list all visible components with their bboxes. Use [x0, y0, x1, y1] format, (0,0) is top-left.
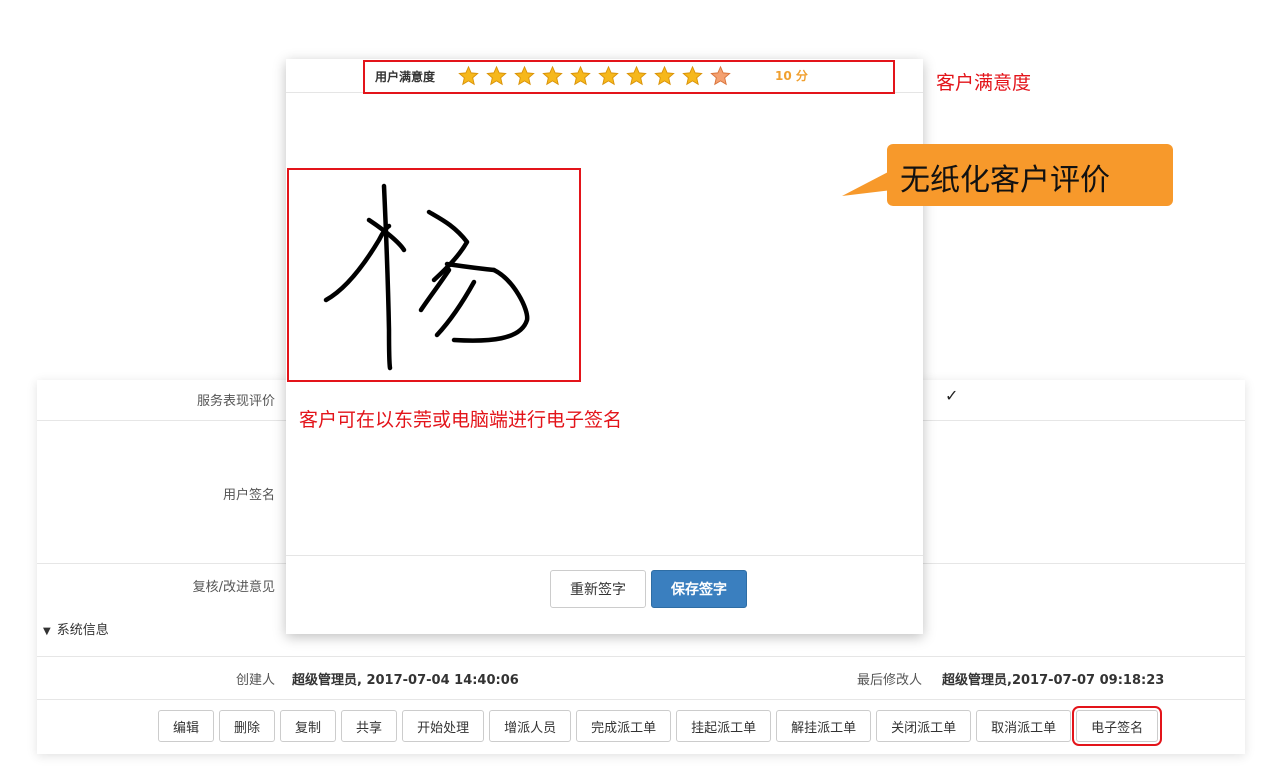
signature-pad[interactable] — [287, 168, 581, 382]
edit-button[interactable]: 编辑 — [158, 710, 215, 742]
satisfaction-label: 用户满意度 — [375, 70, 436, 84]
satisfaction-rating: 用户满意度 10 分 — [363, 60, 895, 94]
star-icon[interactable] — [569, 65, 592, 87]
share-button[interactable]: 共享 — [341, 710, 398, 742]
delete-button[interactable]: 删除 — [219, 710, 276, 742]
triangle-down-icon: ▼ — [43, 626, 51, 637]
paperless-evaluation-callout: 无纸化客户评价 — [887, 144, 1173, 206]
complete-order-button[interactable]: 完成派工单 — [576, 710, 672, 742]
modal-footer: 重新签字 保存签字 — [286, 555, 923, 635]
cancel-order-button[interactable]: 取消派工单 — [976, 710, 1072, 742]
callout-pointer — [842, 170, 892, 196]
callout-text: 无纸化客户评价 — [900, 163, 1110, 198]
score-text: 10 分 — [775, 69, 808, 83]
add-staff-button[interactable]: 增派人员 — [489, 710, 572, 742]
star-icon[interactable] — [457, 65, 480, 87]
system-info-label: 系统信息 — [56, 623, 109, 638]
star-rating[interactable] — [457, 65, 732, 87]
copy-button[interactable]: 复制 — [280, 710, 337, 742]
start-processing-button[interactable]: 开始处理 — [402, 710, 485, 742]
star-icon[interactable] — [485, 65, 508, 87]
service-evaluation-label: 服务表现评价 — [196, 394, 275, 409]
star-icon[interactable] — [709, 65, 732, 87]
creator-row: 创建人 超级管理员, 2017-07-04 14:40:06 最后修改人 超级管… — [37, 656, 1245, 700]
save-signature-button[interactable]: 保存签字 — [651, 570, 747, 608]
star-icon[interactable] — [513, 65, 536, 87]
last-modifier-value: 超级管理员,2017-07-07 09:18:23 — [942, 673, 1165, 688]
re-sign-button[interactable]: 重新签字 — [550, 570, 646, 608]
system-info-toggle[interactable]: ▼ 系统信息 — [43, 619, 109, 638]
action-button-bar: 编辑 删除 复制 共享 开始处理 增派人员 完成派工单 挂起派工单 解挂派工单 关闭派工单 取消派工… — [158, 706, 1163, 746]
suspend-order-button[interactable]: 挂起派工单 — [676, 710, 772, 742]
star-icon[interactable] — [653, 65, 676, 87]
star-icon[interactable] — [541, 65, 564, 87]
star-icon[interactable] — [597, 65, 620, 87]
creator-value: 超级管理员, 2017-07-04 14:40:06 — [292, 673, 519, 688]
creator-label: 创建人 — [235, 673, 275, 688]
satisfaction-annotation: 客户满意度 — [936, 72, 1032, 94]
user-signature-label: 用户签名 — [222, 488, 275, 503]
last-modifier-label: 最后修改人 — [857, 673, 923, 688]
signature-note: 客户可在以东莞或电脑端进行电子签名 — [299, 409, 623, 431]
star-icon[interactable] — [625, 65, 648, 87]
handwritten-signature — [323, 183, 530, 371]
close-order-button[interactable]: 关闭派工单 — [876, 710, 972, 742]
star-icon[interactable] — [681, 65, 704, 87]
signature-modal: 用户满意度 10 分 客户可在以东莞或电脑端进行电子签名 重新签字 保存签字 — [286, 59, 923, 634]
checkmark-icon[interactable]: ✓ — [945, 386, 958, 405]
e-signature-button[interactable]: 电子签名 — [1072, 706, 1163, 746]
review-comments-label: 复核/改进意见 — [192, 580, 275, 595]
resume-order-button[interactable]: 解挂派工单 — [776, 710, 872, 742]
